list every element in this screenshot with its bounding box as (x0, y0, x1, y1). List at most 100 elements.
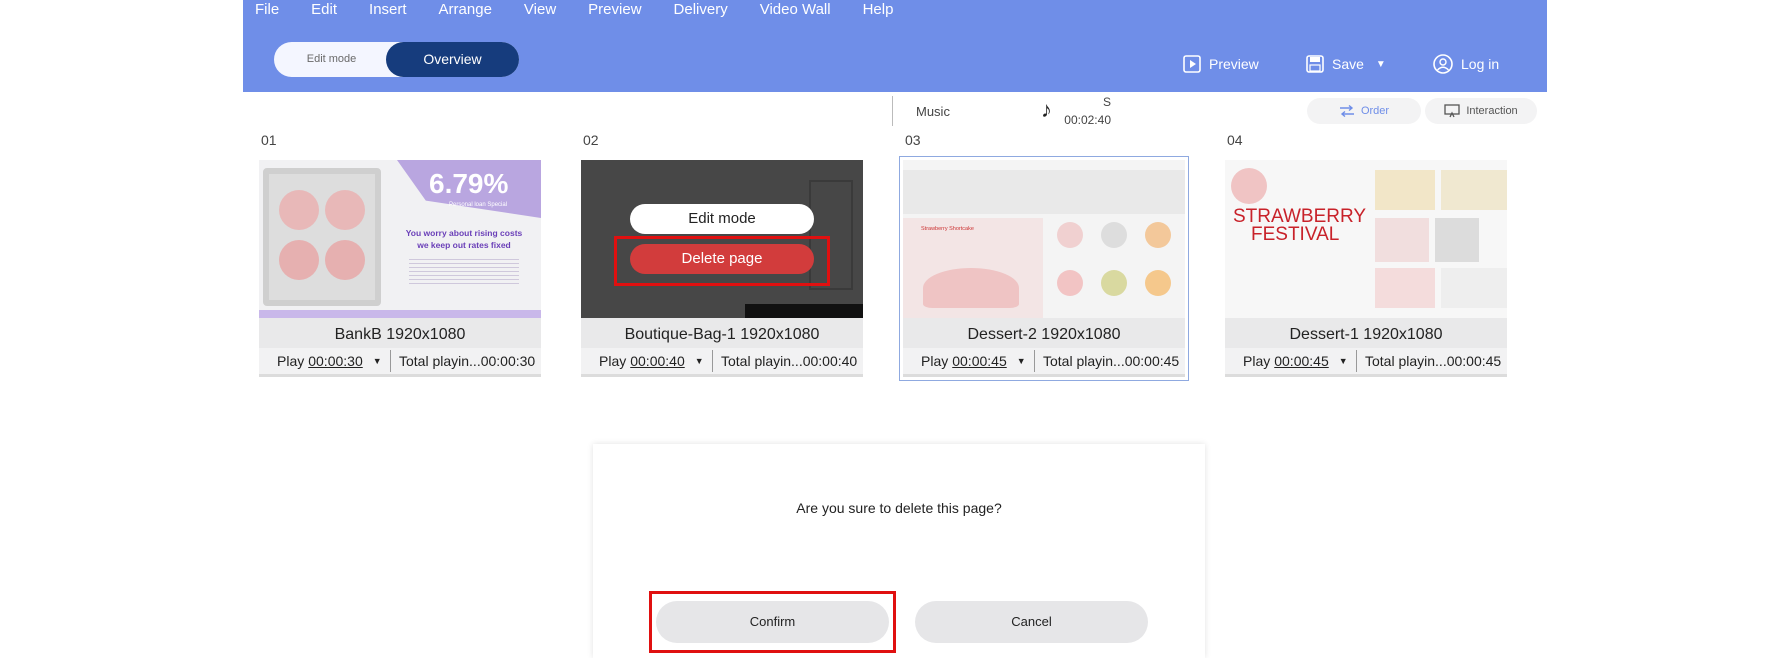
menu-insert[interactable]: Insert (369, 0, 407, 20)
cupcake-grid (1049, 220, 1185, 314)
page-footer: Play 00:00:45 ▼ Total playin...00:00:45 (903, 348, 1185, 377)
page-card-2[interactable]: 02 Edit mode Delete page Boutique-Bag-1 … (565, 132, 863, 380)
page-number: 02 (583, 132, 599, 148)
cancel-button[interactable]: Cancel (915, 601, 1148, 643)
play-label: Play (1243, 353, 1271, 369)
photo-grid (1375, 170, 1507, 310)
play-label: Play (277, 353, 305, 369)
chevron-down-icon: ▼ (694, 356, 704, 366)
thumb-title-2: FESTIVAL (1251, 224, 1340, 245)
strawberry-image (1231, 168, 1267, 204)
play-duration-select[interactable]: Play 00:00:40 ▼ (581, 350, 713, 372)
page-frame-selected: Strawberry Shortcake Dessert-2 1920x1080… (899, 156, 1189, 381)
page-footer: Play 00:00:30 ▼ Total playin...00:00:30 (259, 348, 541, 377)
page-number: 03 (905, 132, 921, 148)
chevron-down-icon: ▼ (372, 356, 382, 366)
total-duration-label: S (1102, 95, 1111, 109)
save-button[interactable]: Save ▼ (1306, 52, 1386, 76)
total-playing-time: Total playin...00:00:30 (399, 353, 536, 369)
login-button[interactable]: Log in (1433, 52, 1499, 76)
preview-button[interactable]: Preview (1183, 52, 1259, 76)
dialog-message: Are you sure to delete this page? (796, 500, 1002, 516)
menu-delivery[interactable]: Delivery (674, 0, 728, 20)
total-playing-time: Total playin...00:00:45 (1365, 353, 1502, 369)
play-duration-select[interactable]: Play 00:00:30 ▼ (259, 350, 391, 372)
safe-box-image (263, 168, 381, 306)
music-note-icon[interactable]: ♪ (1041, 98, 1052, 122)
swap-icon (1339, 105, 1354, 117)
play-time[interactable]: 00:00:45 (952, 353, 1007, 369)
edit-mode-toggle[interactable]: Edit mode (274, 42, 389, 77)
play-time[interactable]: 00:00:40 (630, 353, 685, 369)
page-footer: Play 00:00:45 ▼ Total playin...00:00:45 (1225, 348, 1507, 377)
play-time[interactable]: 00:00:45 (1274, 353, 1329, 369)
page-name: BankB 1920x1080 (259, 318, 541, 348)
play-icon (1183, 55, 1201, 73)
thumb-rate: 6.79% (429, 168, 509, 199)
page-thumbnail[interactable]: Edit mode Delete page (581, 160, 863, 318)
thumb-headline-1: You worry about rising costs (405, 228, 523, 238)
page-footer: Play 00:00:40 ▼ Total playin...00:00:40 (581, 348, 863, 377)
play-time[interactable]: 00:00:30 (308, 353, 363, 369)
chevron-down-icon: ▼ (1016, 356, 1026, 366)
menu-view[interactable]: View (524, 0, 556, 20)
menu-help[interactable]: Help (863, 0, 894, 20)
play-label: Play (921, 353, 949, 369)
page-name: Dessert-1 1920x1080 (1225, 318, 1507, 348)
thumb-cake-caption: Strawberry Shortcake (921, 226, 974, 232)
thumb-dark-strip (745, 304, 863, 318)
user-icon (1433, 54, 1453, 74)
interaction-label: Interaction (1466, 105, 1518, 117)
menu-video-wall[interactable]: Video Wall (760, 0, 831, 20)
menu-bar: File Edit Insert Arrange View Preview De… (255, 0, 925, 20)
confirm-highlight-box (649, 591, 896, 653)
total-playing-time: Total playin...00:00:45 (1043, 353, 1180, 369)
menu-arrange[interactable]: Arrange (439, 0, 492, 20)
page-thumbnail[interactable]: STRAWBERRY FESTIVAL (1225, 160, 1507, 318)
music-label: Music (916, 104, 950, 119)
order-label: Order (1360, 105, 1390, 117)
total-duration: 00:02:40 (1064, 113, 1111, 127)
top-header: File Edit Insert Arrange View Preview De… (243, 0, 1547, 92)
divider (892, 96, 893, 126)
page-name: Boutique-Bag-1 1920x1080 (581, 318, 863, 348)
edit-mode-button[interactable]: Edit mode (630, 204, 814, 234)
play-duration-select[interactable]: Play 00:00:45 ▼ (1225, 350, 1357, 372)
interaction-button[interactable]: Interaction (1425, 98, 1537, 124)
thumb-body-text (409, 256, 519, 286)
thumb-header-bar (903, 170, 1185, 214)
overview-toggle[interactable]: Overview (386, 42, 519, 77)
page-frame: 6.79% Personal loan Special You worry ab… (259, 160, 541, 377)
page-card-3[interactable]: 03 Strawberry Shortcake Dessert-2 1920x1… (887, 132, 1189, 381)
page-frame: STRAWBERRY FESTIVAL Dessert-1 1920x1080 … (1225, 160, 1507, 377)
page-frame: Edit mode Delete page Boutique-Bag-1 192… (581, 160, 863, 377)
play-label: Play (599, 353, 627, 369)
chevron-down-icon: ▼ (1338, 356, 1348, 366)
delete-highlight-box (614, 236, 830, 286)
play-duration-select[interactable]: Play 00:00:45 ▼ (903, 350, 1035, 372)
menu-edit[interactable]: Edit (311, 0, 337, 20)
screen-icon (1444, 104, 1460, 118)
page-card-1[interactable]: 01 6.79% Personal loan Special You worry… (243, 132, 541, 380)
menu-file[interactable]: File (255, 0, 279, 20)
page-card-4[interactable]: 04 STRAWBERRY FESTIVAL Dessert-1 1920x10… (1209, 132, 1507, 380)
save-icon (1306, 55, 1324, 73)
order-button[interactable]: Order (1307, 98, 1421, 124)
thumb-bottom-strip (259, 310, 541, 318)
cake-image (903, 218, 1043, 318)
page-number: 01 (261, 132, 277, 148)
save-label: Save (1332, 56, 1364, 72)
page-name: Dessert-2 1920x1080 (903, 318, 1185, 348)
thumb-headline-2: we keep out rates fixed (417, 240, 511, 250)
menu-preview[interactable]: Preview (588, 0, 641, 20)
page-thumbnail[interactable]: Strawberry Shortcake (903, 160, 1185, 318)
thumb-rate-caption: Personal loan Special (449, 202, 508, 208)
page-thumbnail[interactable]: 6.79% Personal loan Special You worry ab… (259, 160, 541, 318)
login-label: Log in (1461, 56, 1500, 72)
delete-confirm-dialog: Are you sure to delete this page? Confir… (593, 444, 1205, 658)
mode-toggle: Edit mode Overview (274, 42, 519, 77)
chevron-down-icon: ▼ (1375, 58, 1386, 70)
page-number: 04 (1227, 132, 1243, 148)
total-playing-time: Total playin...00:00:40 (721, 353, 858, 369)
app-root: File Edit Insert Arrange View Preview De… (243, 0, 1547, 658)
